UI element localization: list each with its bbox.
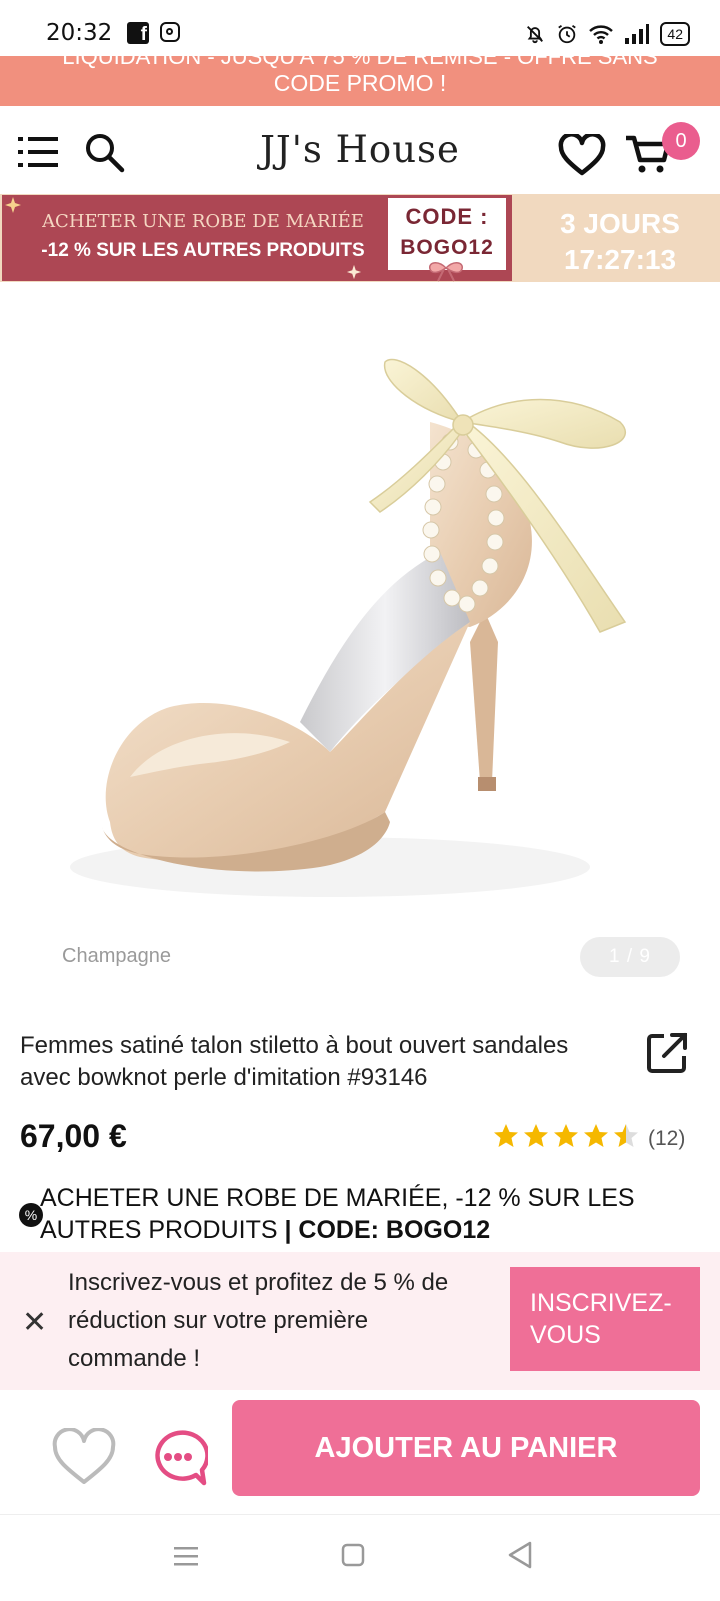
promo-line-2: CODE PROMO ! [273,70,447,96]
star-icon [554,1124,578,1147]
add-to-cart-button[interactable]: AJOUTER AU PANIER [232,1400,700,1496]
wifi-icon [589,25,614,44]
home-icon[interactable] [340,1542,366,1568]
promo-bar[interactable]: LIQUIDATION - JUSQU'À 75 % DE REMISE - O… [0,56,720,106]
signup-text: Inscrivez-vous et profitez de 5 % de réd… [68,1269,449,1372]
star-icon [524,1124,548,1147]
countdown-timer: 17:27:13 [563,244,677,275]
product-promo-code: | CODE: BOGO12 [284,1216,491,1244]
chat-icon[interactable] [148,1428,208,1488]
product-price: 67,00 € [20,1118,127,1154]
campaign-code-label: CODE : [405,204,489,229]
promo-line-1: LIQUIDATION - JUSQU'À 75 % DE REMISE - O… [62,56,658,69]
facebook-icon: f [127,22,149,45]
alarm-icon [558,24,577,44]
campaign-code-value: BOGO12 [400,236,494,259]
signup-button[interactable]: INSCRIVEZ-VOUS [510,1267,700,1371]
heart-icon[interactable] [558,134,606,176]
cart-count-badge[interactable]: 0 [662,122,700,160]
back-icon[interactable] [506,1540,534,1570]
image-counter: 1 / 9 [580,937,680,977]
wishlist-heart-icon[interactable] [52,1428,116,1486]
sparkle-icon [5,197,21,213]
sparkle-icon [346,264,362,280]
instagram-icon [160,22,180,42]
rating-count[interactable]: (12) [648,1127,685,1151]
star-icon [494,1124,518,1147]
countdown-days: 3 JOURS [560,208,680,239]
star-icon [614,1124,638,1147]
product-image-shoe[interactable] [0,282,720,1002]
status-time: 20:32 [46,20,113,46]
ribbon-bow-icon [429,262,463,282]
rating-stars[interactable] [492,1122,640,1150]
site-logo[interactable]: JJ's House [0,128,720,171]
mute-icon [527,26,544,44]
selected-color-label: Champagne [62,945,171,967]
campaign-line-2: -12 % SUR LES AUTRES PRODUITS [41,240,365,261]
star-icon [584,1124,608,1147]
signal-icon [625,24,650,44]
close-icon[interactable]: ✕ [22,1305,47,1340]
status-icons: 42 [524,20,690,48]
product-promo-text: ACHETER UNE ROBE DE MARIÉE, -12 % SUR LE… [40,1182,680,1246]
product-image-gallery[interactable] [0,282,720,1002]
battery-icon: 42 [660,22,690,46]
campaign-line-1: ACHETER UNE ROBE DE MARIÉE [42,211,364,232]
share-icon[interactable] [644,1030,690,1076]
product-title: Femmes satiné talon stiletto à bout ouve… [20,1032,569,1091]
recents-menu-icon[interactable] [172,1544,200,1568]
